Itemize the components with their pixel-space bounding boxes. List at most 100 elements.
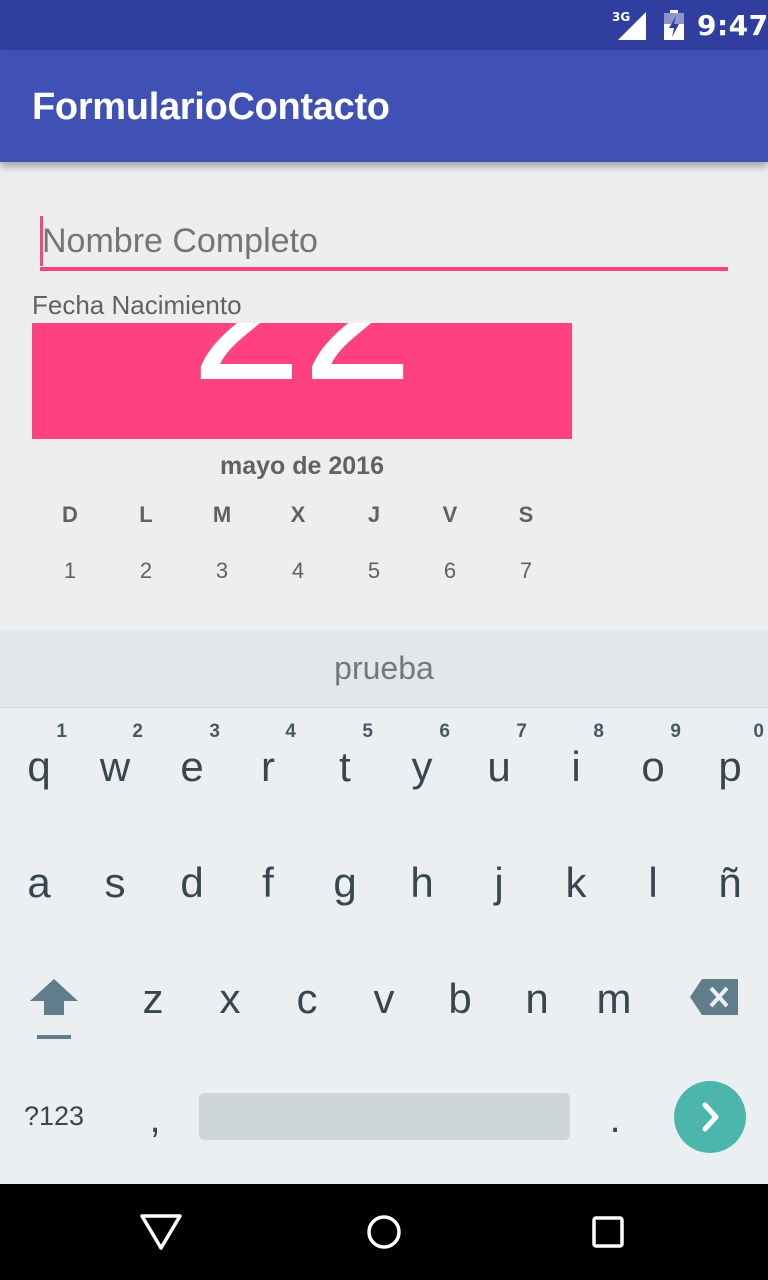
key-d[interactable]: d: [154, 825, 230, 925]
full-name-placeholder: Nombre Completo: [42, 222, 318, 260]
key-x[interactable]: x: [192, 941, 268, 1041]
key-letter: v: [373, 975, 395, 1022]
key-a[interactable]: a: [1, 825, 77, 925]
weekday-label: V: [442, 502, 458, 527]
enter-key[interactable]: [674, 1081, 746, 1153]
key-s[interactable]: s: [77, 825, 153, 925]
key-letter: n: [525, 975, 549, 1022]
app-title: FormularioContacto: [32, 86, 390, 128]
selected-day[interactable]: 22: [32, 323, 572, 411]
date-picker-header[interactable]: 22: [32, 323, 572, 439]
key-letter: x: [219, 975, 241, 1022]
key-f[interactable]: f: [230, 825, 306, 925]
clock: 9:47: [697, 9, 768, 42]
key-letter: c: [296, 975, 318, 1022]
key-y[interactable]: 6y: [384, 709, 460, 809]
calendar-day[interactable]: 7: [496, 558, 556, 584]
key-r[interactable]: 4r: [230, 709, 306, 809]
key-hint: 8: [593, 721, 604, 742]
key-k[interactable]: k: [538, 825, 614, 925]
key-letter: j: [494, 859, 504, 906]
calendar-day[interactable]: 6: [420, 558, 480, 584]
signal-icon: [618, 12, 646, 40]
recents-square-icon[interactable]: [583, 1208, 633, 1258]
key-hint: 4: [285, 721, 296, 742]
key-c[interactable]: c: [269, 941, 345, 1041]
calendar-day[interactable]: 3: [192, 558, 252, 584]
key-v[interactable]: v: [346, 941, 422, 1041]
key-e[interactable]: 3e: [154, 709, 230, 809]
suggestion-strip: prueba: [0, 630, 768, 708]
key-hint: 5: [362, 721, 373, 742]
key-letter: g: [333, 859, 357, 906]
weekday-label: D: [62, 502, 78, 527]
key-letter: i: [571, 743, 581, 790]
weekday-label: M: [212, 502, 232, 527]
month-title: mayo de 2016: [220, 452, 384, 480]
key-letter: e: [180, 743, 204, 790]
key-letter: m: [596, 975, 632, 1022]
comma-key[interactable]: ,: [140, 1097, 170, 1142]
key-letter: p: [718, 743, 742, 790]
calendar-day[interactable]: 2: [116, 558, 176, 584]
key-q[interactable]: 1q: [1, 709, 77, 809]
space-bar[interactable]: [199, 1093, 570, 1140]
key-hint: 0: [753, 721, 764, 742]
key-b[interactable]: b: [422, 941, 498, 1041]
key-letter: ñ: [718, 859, 742, 906]
dob-label: Fecha Nacimiento: [32, 290, 242, 320]
weekday-label: L: [139, 502, 153, 527]
key-letter: l: [648, 859, 658, 906]
key-hint: 2: [132, 721, 143, 742]
key-letter: d: [180, 859, 204, 906]
key-h[interactable]: h: [384, 825, 460, 925]
full-name-input[interactable]: Nombre Completo: [40, 212, 728, 272]
input-underline: [40, 267, 728, 271]
enter-arrow-icon: [702, 1102, 719, 1132]
calendar-day[interactable]: 4: [268, 558, 328, 584]
shift-icon[interactable]: [26, 977, 82, 1047]
key-hint: 9: [670, 721, 681, 742]
back-triangle-icon[interactable]: [136, 1208, 186, 1258]
key-j[interactable]: j: [461, 825, 537, 925]
period-key[interactable]: .: [600, 1097, 630, 1142]
key-g[interactable]: g: [307, 825, 383, 925]
key-letter: f: [262, 859, 274, 906]
navigation-bar: [0, 1184, 768, 1280]
key-t[interactable]: 5t: [307, 709, 383, 809]
weekday-label: S: [518, 502, 534, 527]
symbols-key[interactable]: ?123: [24, 1101, 84, 1132]
key-w[interactable]: 2w: [77, 709, 153, 809]
key-n[interactable]: n: [499, 941, 575, 1041]
key-letter: u: [487, 743, 511, 790]
key-letter: r: [261, 743, 275, 790]
key-letter: y: [411, 743, 433, 790]
key-letter: z: [142, 975, 164, 1022]
key-letter: k: [565, 859, 587, 906]
weekday-label: J: [367, 502, 381, 527]
key-letter: b: [448, 975, 472, 1022]
soft-keyboard: 1q 2w 3e 4r 5t 6y 7u 8i 9o 0p a s d f g …: [0, 709, 768, 1184]
key-hint: 1: [56, 721, 67, 742]
weekday-label: X: [290, 502, 306, 527]
key-p[interactable]: 0p: [692, 709, 768, 809]
key-m[interactable]: m: [576, 941, 652, 1041]
calendar-day[interactable]: 1: [40, 558, 100, 584]
key-letter: a: [27, 859, 51, 906]
key-l[interactable]: l: [615, 825, 691, 925]
suggestion-word[interactable]: prueba: [0, 650, 768, 687]
backspace-icon[interactable]: [688, 977, 740, 1017]
key-letter: q: [27, 743, 51, 790]
home-circle-icon[interactable]: [359, 1208, 409, 1258]
key-letter: t: [339, 743, 351, 790]
key-u[interactable]: 7u: [461, 709, 537, 809]
key-o[interactable]: 9o: [615, 709, 691, 809]
battery-charging-icon: [664, 10, 684, 40]
key-i[interactable]: 8i: [538, 709, 614, 809]
key-n-tilde[interactable]: ñ: [692, 825, 768, 925]
key-hint: 6: [439, 721, 450, 742]
key-z[interactable]: z: [115, 941, 191, 1041]
calendar-day[interactable]: 5: [344, 558, 404, 584]
key-letter: o: [641, 743, 665, 790]
key-hint: 3: [209, 721, 220, 742]
